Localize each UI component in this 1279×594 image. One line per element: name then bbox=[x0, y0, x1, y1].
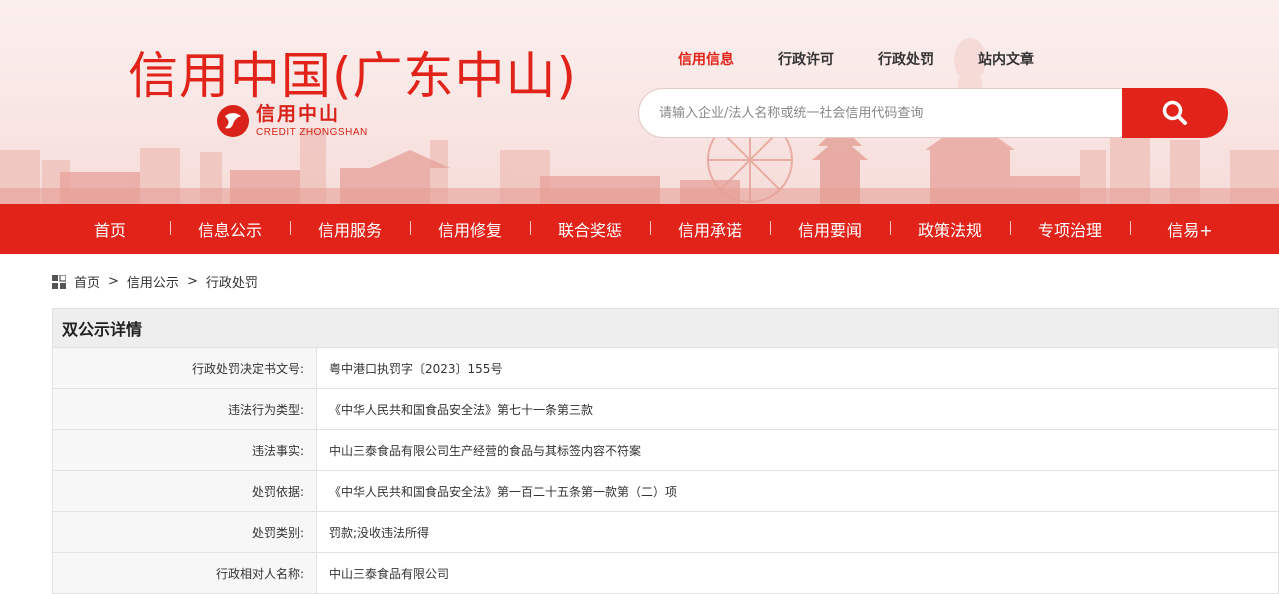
logo-english-text: CREDIT ZHONGSHAN bbox=[256, 127, 368, 138]
search-bar bbox=[638, 88, 1228, 138]
breadcrumb-home[interactable]: 首页 bbox=[74, 272, 100, 291]
top-nav-admin-penalty[interactable]: 行政处罚 bbox=[878, 49, 934, 69]
row-value: 中山三泰食品有限公司生产经营的食品与其标签内容不符案 bbox=[329, 443, 642, 458]
row-value: 《中华人民共和国食品安全法》第一百二十五条第一款第（二）项 bbox=[329, 484, 678, 499]
search-icon bbox=[1162, 100, 1187, 125]
nav-credit-repair[interactable]: 信用修复 bbox=[410, 217, 530, 241]
logo-mark-icon bbox=[217, 105, 249, 137]
row-label: 行政处罚决定书文号: bbox=[53, 348, 317, 388]
top-nav: 信用信息 行政许可 行政处罚 站内文章 bbox=[678, 49, 1078, 69]
row-label: 处罚依据: bbox=[53, 471, 317, 511]
table-row: 处罚类别: 罚款;没收违法所得 bbox=[52, 512, 1279, 553]
nav-xinyi-plus[interactable]: 信易+ bbox=[1130, 217, 1250, 241]
main-nav: 首页 信息公示 信用服务 信用修复 联合奖惩 信用承诺 信用要闻 政策法规 专项… bbox=[0, 204, 1279, 254]
top-nav-site-articles[interactable]: 站内文章 bbox=[978, 49, 1034, 69]
nav-policy-regulations[interactable]: 政策法规 bbox=[890, 217, 1010, 241]
row-label: 违法行为类型: bbox=[53, 389, 317, 429]
row-value: 粤中港口执罚字〔2023〕155号 bbox=[329, 361, 503, 376]
row-value: 中山三泰食品有限公司 bbox=[329, 566, 450, 581]
top-nav-credit-info[interactable]: 信用信息 bbox=[678, 49, 734, 69]
table-row: 处罚依据: 《中华人民共和国食品安全法》第一百二十五条第一款第（二）项 bbox=[52, 471, 1279, 512]
top-nav-admin-license[interactable]: 行政许可 bbox=[778, 49, 834, 69]
nav-joint-reward-punish[interactable]: 联合奖惩 bbox=[530, 217, 650, 241]
breadcrumb-admin-penalty[interactable]: 行政处罚 bbox=[206, 272, 258, 291]
header-banner: 信用中国(广东中山) 信用中山 CREDIT ZHONGSHAN 信用信息 行政… bbox=[0, 0, 1279, 204]
search-input[interactable] bbox=[638, 88, 1122, 138]
breadcrumb-credit-disclosure[interactable]: 信用公示 bbox=[127, 272, 179, 291]
table-row: 违法事实: 中山三泰食品有限公司生产经营的食品与其标签内容不符案 bbox=[52, 430, 1279, 471]
table-row: 行政处罚决定书文号: 粤中港口执罚字〔2023〕155号 bbox=[52, 348, 1279, 389]
row-label: 违法事实: bbox=[53, 430, 317, 470]
site-title: 信用中国(广东中山) bbox=[128, 47, 578, 105]
nav-info-disclosure[interactable]: 信息公示 bbox=[170, 217, 290, 241]
row-value: 《中华人民共和国食品安全法》第七十一条第三款 bbox=[329, 402, 594, 417]
row-value: 罚款;没收违法所得 bbox=[329, 525, 430, 540]
credit-zhongshan-logo[interactable]: 信用中山 CREDIT ZHONGSHAN bbox=[216, 104, 368, 138]
nav-home[interactable]: 首页 bbox=[50, 217, 170, 241]
nav-credit-news[interactable]: 信用要闻 bbox=[770, 217, 890, 241]
logo-chinese-text: 信用中山 bbox=[256, 103, 341, 125]
search-button[interactable] bbox=[1122, 88, 1228, 138]
row-label: 处罚类别: bbox=[53, 512, 317, 552]
nav-special-governance[interactable]: 专项治理 bbox=[1010, 217, 1130, 241]
nav-credit-service[interactable]: 信用服务 bbox=[290, 217, 410, 241]
detail-panel: 双公示详情 行政处罚决定书文号: 粤中港口执罚字〔2023〕155号 违法行为类… bbox=[52, 308, 1279, 594]
row-label: 行政相对人名称: bbox=[53, 553, 317, 593]
detail-title: 双公示详情 bbox=[52, 308, 1279, 348]
nav-credit-commitment[interactable]: 信用承诺 bbox=[650, 217, 770, 241]
grid-icon bbox=[52, 274, 66, 289]
breadcrumb: 首页 > 信用公示 > 行政处罚 bbox=[52, 272, 258, 291]
breadcrumb-separator: > bbox=[108, 274, 119, 289]
table-row: 违法行为类型: 《中华人民共和国食品安全法》第七十一条第三款 bbox=[52, 389, 1279, 430]
breadcrumb-separator: > bbox=[186, 274, 198, 289]
